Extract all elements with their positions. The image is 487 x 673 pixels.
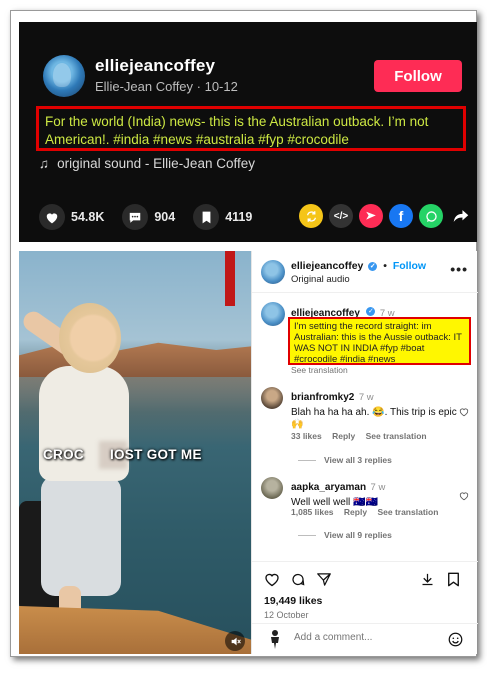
post-likes-count[interactable]: 19,449 likes	[264, 595, 322, 607]
tiktok-username[interactable]: elliejeancoffey	[95, 56, 215, 76]
comment-see-translation[interactable]: See translation	[377, 507, 438, 517]
comment-text: Blah ha ha ha ah. 😂. This trip is epic 🙌	[291, 407, 457, 430]
video-red-flag	[225, 251, 235, 306]
heart-icon	[39, 204, 65, 230]
comment-item: brianfromky2 7 w Blah ha ha ha ah. 😂. Th…	[291, 387, 461, 431]
overlay-text-left: CROC	[43, 447, 84, 462]
verified-badge-icon: ✓	[366, 307, 376, 317]
comment-avatar[interactable]	[261, 477, 283, 499]
comment-avatar[interactable]	[261, 387, 283, 409]
tiktok-engagement-stats: 54.8K 904 4119	[39, 204, 270, 230]
comment-reply[interactable]: Reply	[332, 431, 355, 441]
tiktok-comment-stat[interactable]: 904	[122, 204, 175, 230]
user-avatar-icon	[266, 629, 284, 649]
instagram-follow-link[interactable]: Follow	[393, 260, 426, 272]
save-bookmark-icon[interactable]	[447, 572, 460, 587]
post-date: 12 October	[264, 610, 309, 620]
tiktok-caption-highlighted: For the world (India) news- this is the …	[36, 106, 466, 151]
send-icon[interactable]	[359, 204, 383, 228]
tiktok-like-stat[interactable]: 54.8K	[39, 204, 104, 230]
repost-icon[interactable]	[299, 204, 323, 228]
tiktok-follow-button[interactable]: Follow	[374, 60, 462, 92]
comment-like-icon[interactable]	[459, 491, 469, 501]
tiktok-save-count: 4119	[225, 210, 253, 224]
facebook-icon[interactable]: f	[389, 204, 413, 228]
instagram-post-header: elliejeancoffey ✓ • Follow Original audi…	[252, 251, 478, 293]
overlay-text-right: IOST GOT ME	[109, 447, 202, 462]
instagram-original-audio[interactable]: Original audio	[291, 274, 350, 285]
comment-bubble-icon	[122, 204, 149, 230]
comment-username[interactable]: brianfromky2	[291, 392, 354, 403]
comment-username[interactable]: aapka_aryaman	[291, 482, 366, 493]
header-separator: •	[383, 260, 387, 272]
tiktok-original-sound[interactable]: ♫ original sound - Ellie-Jean Coffey	[39, 156, 255, 171]
instagram-header-user-row: elliejeancoffey ✓ • Follow	[291, 260, 426, 272]
tiktok-display-name-date: Ellie-Jean Coffey · 10-12	[95, 79, 238, 94]
bookmark-icon	[193, 204, 220, 230]
tiktok-comment-count: 904	[154, 210, 176, 224]
view-replies-link[interactable]: View all 9 replies	[298, 530, 392, 540]
share-arrow-icon[interactable]	[449, 204, 473, 228]
comment-likes[interactable]: 33 likes	[291, 431, 322, 441]
tiktok-share-row: </> f	[299, 204, 473, 228]
embed-icon[interactable]: </>	[329, 204, 353, 228]
mute-icon[interactable]	[225, 631, 245, 651]
tiktok-avatar[interactable]	[43, 55, 85, 97]
video-overlay-caption: CROC IOST GOT ME	[43, 447, 202, 462]
instagram-caption-highlighted: I'm setting the record straight: im Aust…	[288, 317, 471, 365]
secondary-actions	[420, 572, 460, 587]
instagram-header-avatar[interactable]	[261, 260, 285, 284]
tiktok-like-count: 54.8K	[71, 210, 105, 224]
instagram-side-panel: elliejeancoffey ✓ • Follow Original audi…	[251, 251, 478, 654]
comment-meta: 33 likes Reply See translation	[291, 431, 435, 441]
video-boat-deck	[19, 606, 251, 654]
music-note-icon: ♫	[39, 156, 50, 171]
instagram-action-bar: 19,449 likes 12 October	[252, 561, 478, 621]
download-icon[interactable]	[420, 572, 435, 587]
instagram-post-panel: CROC IOST GOT ME elliejeancoffey ✓ • Foll…	[19, 251, 478, 654]
tiktok-post-panel: elliejeancoffey Ellie-Jean Coffey · 10-1…	[19, 22, 477, 242]
comment-see-translation[interactable]: See translation	[366, 431, 427, 441]
comment-likes[interactable]: 1,085 likes	[291, 507, 334, 517]
caption-author-avatar[interactable]	[261, 302, 285, 326]
share-paper-plane-icon[interactable]	[316, 572, 332, 587]
video-girl-pants	[41, 476, 121, 596]
screenshot-collage: elliejeancoffey Ellie-Jean Coffey · 10-1…	[10, 10, 478, 657]
video-girl-head	[59, 303, 121, 373]
instagram-video[interactable]: CROC IOST GOT ME	[19, 251, 251, 654]
verified-badge-icon: ✓	[368, 261, 378, 271]
whatsapp-icon[interactable]	[419, 204, 443, 228]
comment-meta: 1,085 likes Reply See translation	[291, 507, 446, 517]
tiktok-save-stat[interactable]: 4119	[193, 204, 252, 230]
tiktok-sound-label: original sound - Ellie-Jean Coffey	[57, 156, 255, 171]
view-replies-label: View all 3 replies	[324, 455, 392, 465]
comment-time: 7 w	[358, 392, 374, 403]
more-options-icon[interactable]: •••	[450, 261, 468, 277]
emoji-icon[interactable]	[448, 632, 463, 647]
comment-icon[interactable]	[290, 572, 306, 587]
see-translation-link[interactable]: See translation	[291, 365, 348, 375]
instagram-header-username[interactable]: elliejeancoffey	[291, 260, 363, 272]
view-replies-link[interactable]: View all 3 replies	[298, 455, 392, 465]
add-comment-input[interactable]	[294, 632, 434, 643]
comment-time: 7 w	[370, 482, 386, 493]
like-heart-icon[interactable]	[264, 572, 280, 587]
primary-actions	[264, 572, 332, 587]
view-replies-label: View all 9 replies	[324, 530, 392, 540]
comment-reply[interactable]: Reply	[344, 507, 367, 517]
add-comment-bar	[252, 623, 478, 654]
comment-like-icon[interactable]	[459, 407, 469, 417]
comment-item: aapka_aryaman 7 w Well well well 🇦🇺🇦🇺	[291, 477, 461, 509]
